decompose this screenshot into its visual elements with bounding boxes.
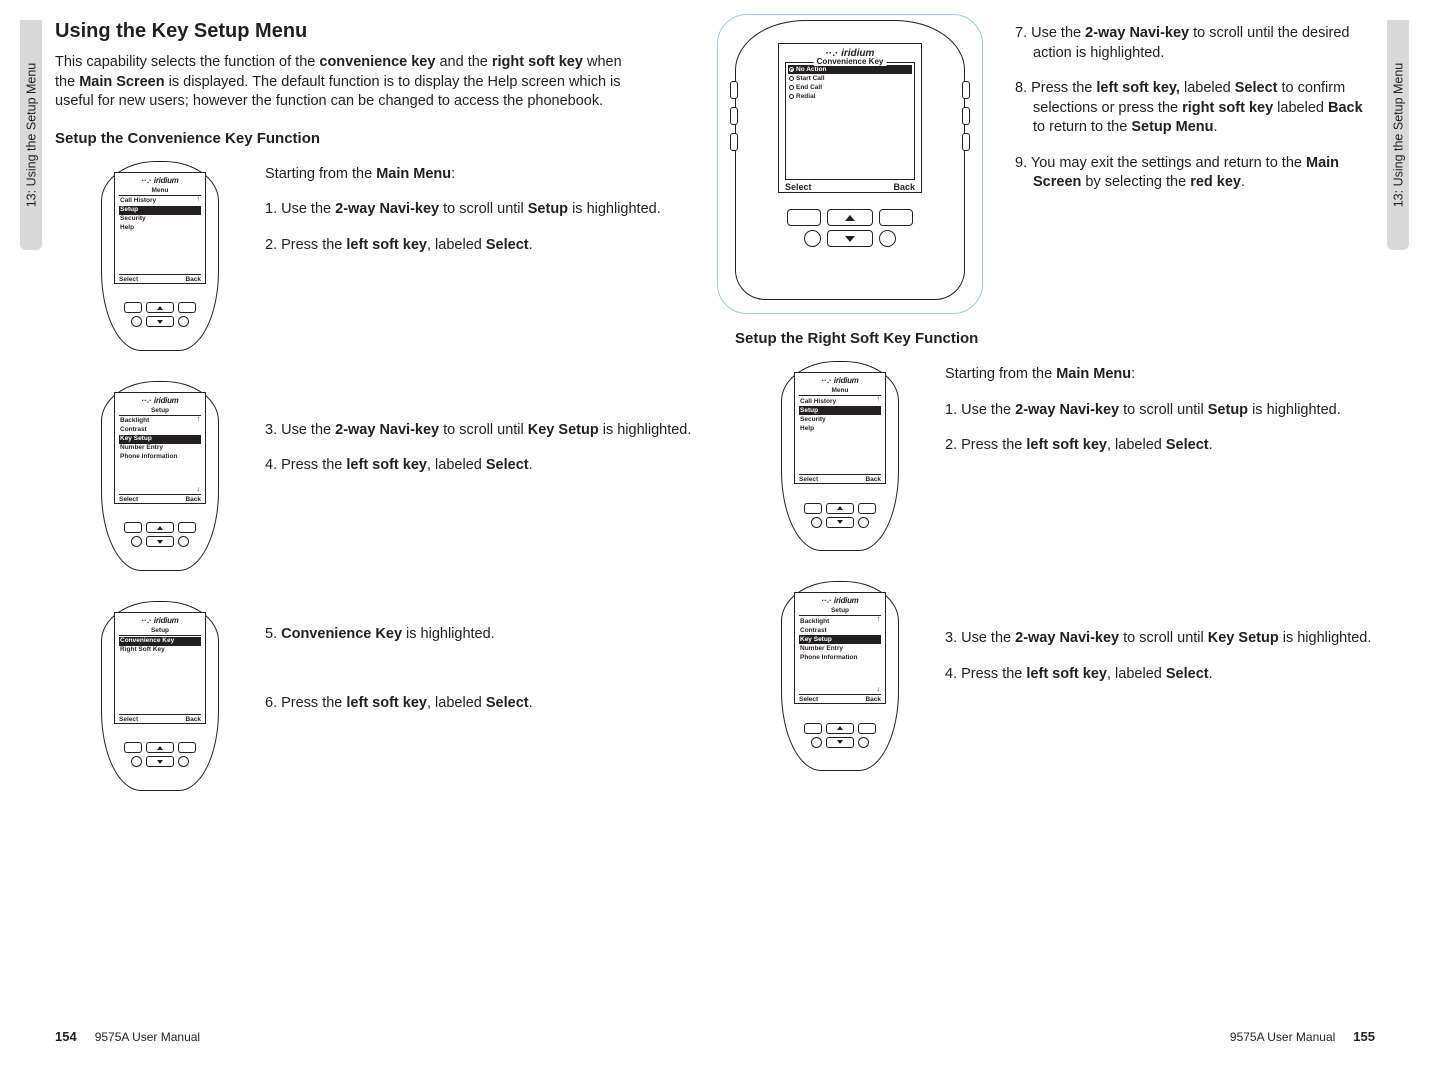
menu-item: Call History — [799, 397, 881, 406]
phone-screen: iridium Convenience Key No Action Start … — [778, 43, 922, 193]
softkey-right: Back — [865, 696, 881, 703]
step-r2: 2. Press the left soft key, labeled Sele… — [945, 436, 1375, 456]
phone-illustration: iridium Setup ↑ Backlight Contrast Key S… — [781, 581, 899, 771]
menu-item: Help — [799, 424, 881, 433]
step-7: 7. Use the 2-way Navi-key to scroll unti… — [1015, 24, 1375, 63]
step-row-2: iridium Setup ↑ Backlight Contrast Key S… — [55, 381, 695, 571]
menu-item-selected: Setup — [119, 206, 201, 215]
phone-illustration: iridium Setup Convenience Key Right Soft… — [101, 601, 219, 791]
brand-label: iridium — [119, 396, 201, 405]
brand-label: iridium — [119, 176, 201, 185]
phone-illustration: iridium Menu ↑ Call History Setup Securi… — [101, 161, 219, 351]
scroll-down-icon: ↓ — [197, 486, 201, 493]
page-right: iridium Convenience Key No Action Start … — [735, 20, 1375, 1050]
brand-label: iridium — [799, 596, 881, 605]
menu-item-selected: Key Setup — [799, 635, 881, 644]
phone-keypad — [776, 209, 924, 247]
scroll-down-icon: ↓ — [877, 686, 881, 693]
step-row-r1: iridium Menu ↑ Call History Setup Securi… — [735, 361, 1375, 551]
page-left: Using the Key Setup Menu This capability… — [55, 20, 695, 1050]
step-3: 3. Use the 2-way Navi-key to scroll unti… — [265, 421, 695, 441]
step-row-r2: iridium Setup ↑ Backlight Contrast Key S… — [735, 581, 1375, 771]
side-tab-right: 13: Using the Setup Menu — [1387, 20, 1409, 250]
page-title: Using the Key Setup Menu — [55, 20, 695, 43]
phone-illustration: iridium Menu ↑ Call History Setup Securi… — [781, 361, 899, 551]
lead-text-r: Starting from the Main Menu: — [945, 365, 1375, 385]
softkey-left: Select — [799, 476, 818, 483]
phone-screen: iridium Menu ↑ Call History Setup Securi… — [114, 172, 206, 284]
step-row-1: iridium Menu ↑ Call History Setup Securi… — [55, 161, 695, 351]
footer-doc-title: 9575A User Manual — [95, 1030, 200, 1044]
menu-item: Backlight — [799, 617, 881, 626]
step-r3: 3. Use the 2-way Navi-key to scroll unti… — [945, 629, 1375, 649]
step-8: 8. Press the left soft key, labeled Sele… — [1015, 79, 1375, 138]
step-2: 2. Press the left soft key, labeled Sele… — [265, 236, 695, 256]
menu-title: Menu — [119, 187, 201, 194]
softkey-left: Select — [119, 716, 138, 723]
phone-illustration: iridium Setup ↑ Backlight Contrast Key S… — [101, 381, 219, 571]
menu-item-selected: Convenience Key — [119, 637, 201, 646]
footer-doc-title: 9575A User Manual — [1230, 1030, 1335, 1044]
step-r4: 4. Press the left soft key, labeled Sele… — [945, 665, 1375, 685]
menu-title: Setup — [119, 627, 201, 634]
menu-title: Setup — [119, 407, 201, 414]
menu-item: Phone Information — [119, 453, 201, 462]
step-row-3: iridium Setup Convenience Key Right Soft… — [55, 601, 695, 791]
intro-paragraph: This capability selects the function of … — [55, 53, 645, 112]
brand-label: iridium — [799, 376, 881, 385]
softkey-left: Select — [119, 496, 138, 503]
lead-text: Starting from the Main Menu: — [265, 165, 695, 185]
scroll-up-icon: ↑ — [197, 416, 201, 423]
scroll-up-icon: ↑ — [877, 396, 881, 403]
menu-item: Call History — [119, 197, 201, 206]
menu-item: Number Entry — [119, 444, 201, 453]
menu-item: Phone Information — [799, 653, 881, 662]
radio-option: End Call — [788, 83, 912, 92]
softkey-right: Back — [893, 182, 915, 192]
softkey-right: Back — [185, 276, 201, 283]
step-6: 6. Press the left soft key, labeled Sele… — [265, 694, 695, 714]
menu-item: Contrast — [799, 626, 881, 635]
softkey-left: Select — [785, 182, 812, 192]
phone-illustration-large: iridium Convenience Key No Action Start … — [735, 20, 965, 300]
step-5: 5. Convenience Key is highlighted. — [265, 625, 695, 645]
brand-label: iridium — [119, 616, 201, 625]
page-footer-left: 154 9575A User Manual — [55, 1029, 200, 1044]
step-r1: 1. Use the 2-way Navi-key to scroll unti… — [945, 401, 1375, 421]
menu-item: Security — [119, 215, 201, 224]
page-footer-right: 9575A User Manual 155 — [1230, 1029, 1375, 1044]
menu-title: Setup — [799, 607, 881, 614]
menu-item: Right Soft Key — [119, 646, 201, 655]
softkey-right: Back — [865, 476, 881, 483]
phone-keypad — [116, 292, 204, 338]
scroll-up-icon: ↑ — [877, 616, 881, 623]
menu-title: Convenience Key — [814, 57, 887, 66]
menu-item: Security — [799, 415, 881, 424]
radio-option: Redial — [788, 92, 912, 101]
step-1: 1. Use the 2-way Navi-key to scroll unti… — [265, 200, 695, 220]
softkey-left: Select — [799, 696, 818, 703]
page-number: 154 — [55, 1029, 77, 1044]
softkey-right: Back — [185, 716, 201, 723]
radio-option: Start Call — [788, 74, 912, 83]
scroll-up-icon: ↑ — [197, 196, 201, 203]
menu-item: Contrast — [119, 426, 201, 435]
softkey-left: Select — [119, 276, 138, 283]
menu-item: Backlight — [119, 417, 201, 426]
menu-item: Number Entry — [799, 644, 881, 653]
softkey-right: Back — [185, 496, 201, 503]
menu-item-selected: Setup — [799, 406, 881, 415]
page-number: 155 — [1353, 1029, 1375, 1044]
subheading-convenience-key: Setup the Convenience Key Function — [55, 130, 695, 147]
radio-option-selected: No Action — [788, 65, 912, 74]
subheading-right-soft-key: Setup the Right Soft Key Function — [735, 330, 1375, 347]
menu-title: Menu — [799, 387, 881, 394]
menu-item-selected: Key Setup — [119, 435, 201, 444]
step-row-big: iridium Convenience Key No Action Start … — [735, 20, 1375, 300]
step-9: 9. You may exit the settings and return … — [1015, 154, 1375, 193]
menu-item: Help — [119, 224, 201, 233]
side-tab-left: 13: Using the Setup Menu — [20, 20, 42, 250]
step-4: 4. Press the left soft key, labeled Sele… — [265, 456, 695, 476]
